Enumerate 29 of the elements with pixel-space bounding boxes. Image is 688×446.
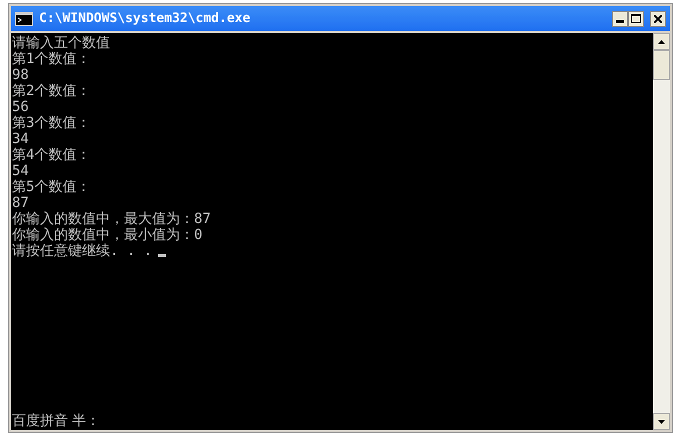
- console-line: 请按任意键继续. . .: [12, 243, 152, 259]
- console-line: 34: [12, 131, 29, 147]
- console-line: 你输入的数值中，最小值为：0: [12, 227, 202, 243]
- close-button[interactable]: [650, 10, 666, 26]
- scroll-down-button[interactable]: [653, 413, 670, 430]
- window-title: C:\WINDOWS\system32\cmd.exe: [39, 10, 252, 28]
- up-arrow-icon: [658, 40, 665, 44]
- console-line: 请输入五个数值: [12, 35, 110, 51]
- maximize-icon: [631, 14, 641, 23]
- scroll-up-button[interactable]: [653, 33, 670, 50]
- down-arrow-icon: [658, 420, 665, 424]
- console-line: 56: [12, 99, 29, 115]
- console-line: 第5个数值：: [12, 179, 90, 195]
- minimize-icon: [616, 20, 624, 22]
- console-line: 第1个数值：: [12, 51, 90, 67]
- console-line: 第2个数值：: [12, 83, 90, 99]
- console-line: 你输入的数值中，最大值为：87: [12, 211, 211, 227]
- vertical-scrollbar[interactable]: [653, 33, 670, 430]
- maximize-button[interactable]: [628, 10, 644, 26]
- console-line: 87: [12, 195, 29, 211]
- close-icon: [654, 14, 662, 22]
- console-line: 第4个数值：: [12, 147, 90, 163]
- scroll-thumb[interactable]: [653, 50, 670, 80]
- console-line: 第3个数值：: [12, 115, 90, 131]
- console-line: 54: [12, 163, 29, 179]
- console-line: 98: [12, 67, 29, 83]
- ime-status-text: 百度拼音 半：: [12, 412, 101, 428]
- console-app-icon: [15, 12, 33, 26]
- minimize-button[interactable]: [612, 10, 628, 26]
